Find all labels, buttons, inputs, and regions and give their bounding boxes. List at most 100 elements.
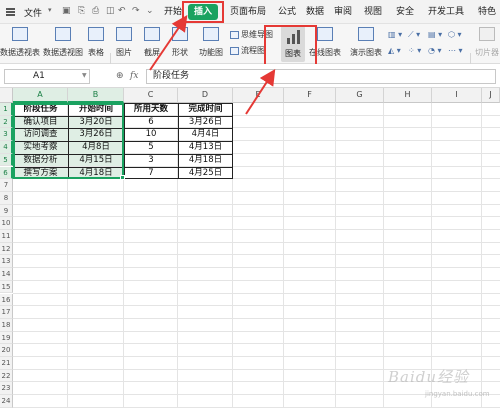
tab-developer[interactable]: 开发工具 bbox=[424, 4, 468, 20]
mind-map-icon bbox=[230, 30, 239, 39]
demo-chart-button[interactable]: 演示图表 bbox=[348, 24, 384, 64]
column-chart-icon[interactable]: ▥ ▾ bbox=[388, 30, 402, 39]
column-header-j[interactable]: J bbox=[482, 88, 500, 103]
column-header-e[interactable]: E bbox=[233, 88, 284, 103]
formula-input[interactable]: 阶段任务 bbox=[146, 69, 496, 84]
column-header-h[interactable]: H bbox=[384, 88, 432, 103]
row-header-5[interactable]: 5 bbox=[0, 153, 13, 167]
scatter-chart-icon[interactable]: ⁘ ▾ bbox=[408, 46, 421, 55]
tab-view[interactable]: 视图 bbox=[362, 4, 384, 20]
pivot-chart-button[interactable]: 数据透视图 bbox=[42, 24, 84, 64]
row-header-6[interactable]: 6 bbox=[0, 166, 13, 180]
gridline bbox=[13, 305, 500, 307]
ribbon: 数据透视表 数据透视图 表格 图片 截屏 形状 功能图 思维导图 流程图 在线图… bbox=[0, 24, 500, 83]
row-header-22[interactable]: 22 bbox=[0, 369, 13, 383]
chevron-down-icon[interactable]: ▼ bbox=[82, 72, 87, 79]
row-header-21[interactable]: 21 bbox=[0, 357, 13, 370]
column-header-c[interactable]: C bbox=[124, 88, 178, 103]
column-header-g[interactable]: G bbox=[336, 88, 384, 103]
row-header-16[interactable]: 16 bbox=[0, 293, 13, 307]
formula-bar: A1 ▼ ⊕ fx 阶段任务 bbox=[0, 64, 500, 88]
row-header-20[interactable]: 20 bbox=[0, 344, 13, 357]
gridline bbox=[13, 254, 500, 256]
tab-security[interactable]: 安全 bbox=[394, 4, 416, 20]
file-menu[interactable]: 文件 bbox=[24, 6, 42, 19]
row-header-9[interactable]: 9 bbox=[0, 204, 13, 218]
column-header-b[interactable]: B bbox=[68, 88, 124, 103]
save-icon[interactable]: ▣ bbox=[62, 6, 71, 16]
flowchart-label: 流程图 bbox=[241, 46, 265, 55]
chevron-down-icon[interactable]: ▾ bbox=[48, 6, 52, 14]
gridline bbox=[383, 103, 384, 408]
area-chart-icon[interactable]: ◭ ▾ bbox=[388, 46, 401, 55]
pivot-table-label: 数据透视表 bbox=[0, 48, 40, 57]
chevron-down-icon[interactable]: ⌄ bbox=[146, 6, 154, 16]
fill-handle[interactable] bbox=[120, 175, 125, 181]
pie-chart-icon[interactable]: ◔ ▾ bbox=[428, 46, 442, 55]
row-header-17[interactable]: 17 bbox=[0, 306, 13, 319]
shapes-button[interactable]: 形状 bbox=[168, 24, 192, 64]
tab-formulas[interactable]: 公式 bbox=[276, 4, 298, 20]
row-header-18[interactable]: 18 bbox=[0, 318, 13, 332]
row-header-1[interactable]: 1 bbox=[0, 103, 13, 116]
name-box[interactable]: A1 bbox=[4, 69, 90, 84]
row-header-10[interactable]: 10 bbox=[0, 217, 13, 230]
select-all-corner[interactable] bbox=[0, 88, 13, 103]
tab-features[interactable]: 特色功 bbox=[474, 4, 500, 20]
zoom-icon[interactable]: ⊕ bbox=[116, 71, 124, 81]
more-charts-icon[interactable]: ⋯ ▾ bbox=[448, 46, 463, 55]
tab-review[interactable]: 审阅 bbox=[332, 4, 354, 20]
row-header-23[interactable]: 23 bbox=[0, 382, 13, 396]
picture-label: 图片 bbox=[116, 48, 132, 57]
shapes-icon bbox=[172, 27, 188, 41]
picture-icon bbox=[116, 27, 132, 41]
radar-chart-icon[interactable]: ⬡ ▾ bbox=[448, 30, 462, 39]
picture-button[interactable]: 图片 bbox=[112, 24, 136, 64]
insert-tab-highlight bbox=[182, 1, 224, 23]
print-icon[interactable]: ⎙ bbox=[92, 6, 99, 16]
row-header-13[interactable]: 13 bbox=[0, 255, 13, 269]
row-header-12[interactable]: 12 bbox=[0, 242, 13, 256]
column-header-a[interactable]: A bbox=[13, 88, 68, 103]
redo-icon[interactable]: ↷ bbox=[132, 6, 140, 16]
gridline bbox=[13, 356, 500, 357]
row-header-8[interactable]: 8 bbox=[0, 191, 13, 205]
row-header-7[interactable]: 7 bbox=[0, 179, 13, 192]
bar-chart-icon[interactable]: ▤ ▾ bbox=[428, 30, 442, 39]
pivot-table-button[interactable]: 数据透视表 bbox=[0, 24, 40, 64]
table-label: 表格 bbox=[88, 48, 104, 57]
pivot-table-icon bbox=[12, 27, 28, 41]
slicer-button[interactable]: 切片器 bbox=[474, 24, 500, 64]
export-icon[interactable]: ⎘ bbox=[78, 6, 85, 16]
row-header-14[interactable]: 14 bbox=[0, 268, 13, 281]
row-header-3[interactable]: 3 bbox=[0, 128, 13, 142]
screenshot-button[interactable]: 截屏 bbox=[140, 24, 164, 64]
gridline bbox=[13, 229, 500, 230]
preview-icon[interactable]: ◫ bbox=[106, 6, 115, 16]
column-header-f[interactable]: F bbox=[284, 88, 336, 103]
tab-page-layout[interactable]: 页面布局 bbox=[226, 4, 270, 20]
menu-icon[interactable] bbox=[6, 8, 15, 16]
row-header-15[interactable]: 15 bbox=[0, 280, 13, 294]
pivot-chart-icon bbox=[55, 27, 71, 41]
gridline bbox=[13, 203, 500, 205]
column-header-i[interactable]: I bbox=[432, 88, 482, 103]
gridline bbox=[431, 103, 432, 408]
tab-data[interactable]: 数据 bbox=[304, 4, 326, 20]
row-header-2[interactable]: 2 bbox=[0, 115, 13, 129]
table-button[interactable]: 表格 bbox=[86, 24, 106, 64]
column-header-d[interactable]: D bbox=[178, 88, 233, 103]
undo-icon[interactable]: ↶ bbox=[118, 6, 126, 16]
row-header-24[interactable]: 24 bbox=[0, 395, 13, 408]
tab-home[interactable]: 开始 bbox=[162, 4, 184, 20]
function-chart-icon bbox=[203, 27, 219, 41]
fx-icon[interactable]: fx bbox=[130, 71, 138, 81]
line-chart-icon[interactable]: ⟋ ▾ bbox=[408, 30, 420, 40]
flowchart-button[interactable]: 流程图 bbox=[230, 44, 265, 57]
row-header-11[interactable]: 11 bbox=[0, 230, 13, 243]
row-header-4[interactable]: 4 bbox=[0, 141, 13, 154]
function-chart-button[interactable]: 功能图 bbox=[196, 24, 226, 64]
gridline bbox=[13, 241, 500, 243]
row-header-19[interactable]: 19 bbox=[0, 331, 13, 345]
gridline bbox=[13, 216, 500, 218]
